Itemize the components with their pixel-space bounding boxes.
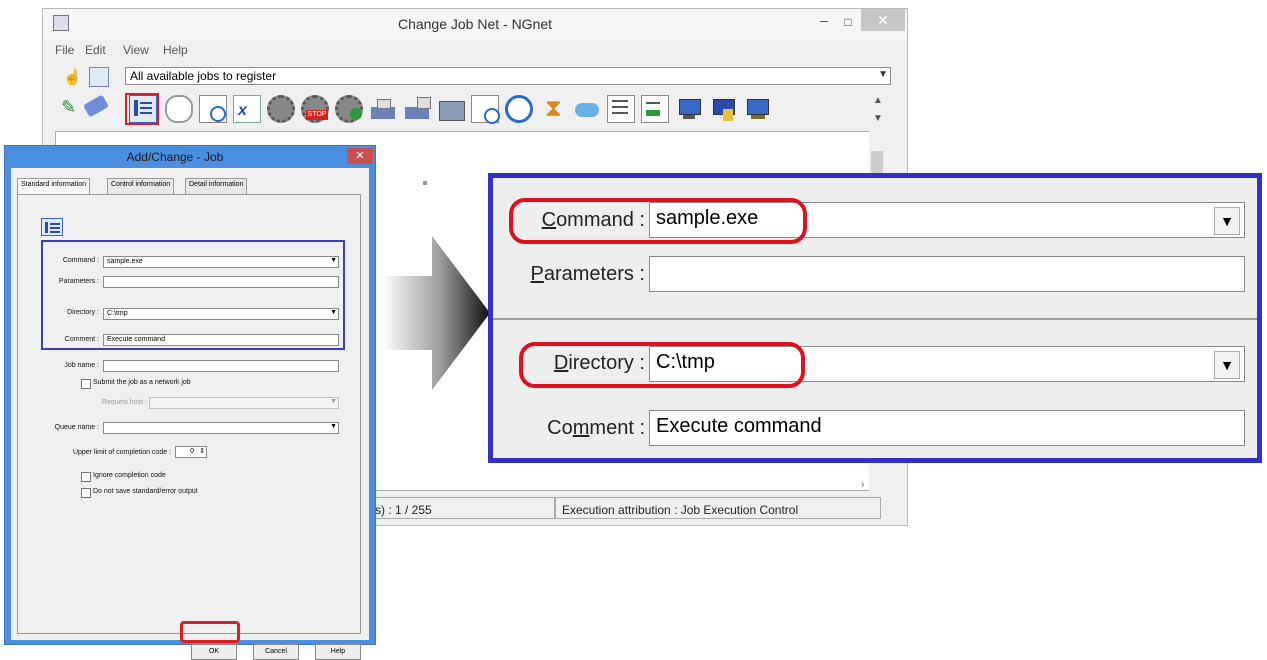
menu-file[interactable]: File: [55, 43, 74, 57]
zoom-comment-label: Comment :: [547, 417, 645, 439]
upper-limit-label: Upper limit of completion code :: [72, 449, 171, 456]
gear-check-icon[interactable]: [335, 95, 363, 123]
upper-limit-spinner[interactable]: 0 ⇕: [175, 446, 207, 458]
canvas-scroll-thumb[interactable]: [871, 151, 883, 173]
zoom-comment-field[interactable]: Execute command: [649, 410, 1245, 446]
cloud-icon[interactable]: [573, 95, 601, 123]
cancel-button[interactable]: Cancel: [253, 644, 299, 660]
add-change-job-dialog: Add/Change - Job ✕ Standard information …: [4, 145, 376, 660]
menu-bar: File Edit View Help: [43, 43, 907, 59]
submit-network-label: Submit the job as a network job: [93, 379, 191, 386]
chevron-down-icon: ▼: [330, 423, 337, 430]
dialog-close-button[interactable]: ✕: [347, 148, 373, 164]
spinner-arrows-icon[interactable]: ⇕: [199, 447, 205, 455]
network-transfer-icon[interactable]: [403, 95, 431, 123]
eraser-tool-icon[interactable]: [82, 94, 110, 118]
toolbar-scroll-up-icon[interactable]: ▲: [873, 95, 883, 106]
canvas-node-marker: [423, 181, 427, 185]
message-icon[interactable]: [165, 95, 193, 123]
ignore-code-label: Ignore completion code: [93, 472, 166, 479]
help-button[interactable]: Help: [315, 644, 361, 660]
directory-highlight-oval: [519, 342, 805, 388]
job-name-field[interactable]: [103, 360, 339, 372]
dialog-client: Standard information Control information…: [11, 168, 369, 660]
title-bar: Change Job Net - NGnet – □ ✕: [43, 9, 907, 39]
chevron-down-icon: ▼: [878, 69, 888, 80]
no-save-output-checkbox[interactable]: [81, 488, 91, 498]
list-icon[interactable]: [607, 95, 635, 123]
close-button[interactable]: ✕: [861, 9, 905, 31]
maximize-button[interactable]: □: [837, 13, 859, 31]
stop-gear-icon[interactable]: STOP: [301, 95, 329, 123]
dialog-title: Add/Change - Job: [126, 150, 224, 164]
menu-help[interactable]: Help: [163, 43, 188, 57]
command-highlight-oval: [509, 198, 807, 244]
submit-network-checkbox[interactable]: [81, 379, 91, 389]
queue-name-label: Queue name :: [54, 424, 99, 431]
select-tool-icon[interactable]: [89, 67, 109, 87]
no-save-output-label: Do not save standard/error output: [93, 488, 198, 495]
computer-connect-icon[interactable]: [743, 95, 771, 123]
upper-limit-value: 0: [190, 448, 194, 455]
window-title: Change Job Net - NGnet: [397, 16, 553, 32]
job-name-label: Job name :: [64, 362, 99, 369]
job-toolbar: x STOP ⧗: [125, 93, 847, 127]
file-check-icon[interactable]: [471, 95, 500, 124]
scroll-right-icon[interactable]: ›: [861, 479, 864, 490]
computer-icon[interactable]: [675, 95, 703, 123]
document-search-icon[interactable]: [199, 95, 227, 123]
chevron-down-icon[interactable]: ▼: [1214, 207, 1240, 235]
pencil-tool-icon[interactable]: ✎: [61, 97, 81, 117]
pointer-tool-icon[interactable]: ☝: [63, 69, 82, 87]
server-icon[interactable]: [709, 95, 737, 123]
minimize-button[interactable]: –: [813, 13, 835, 31]
zoom-parameters-field[interactable]: [649, 256, 1245, 292]
menu-edit[interactable]: Edit: [85, 43, 106, 57]
alarm-clock-icon[interactable]: [505, 95, 533, 123]
hourglass-icon[interactable]: ⧗: [539, 95, 567, 123]
job-icon-highlight: [125, 93, 159, 125]
request-host-field: ▼: [149, 397, 339, 409]
chevron-down-icon: ▼: [330, 398, 337, 405]
job-category-select[interactable]: All available jobs to register ▼: [125, 67, 891, 85]
zoom-source-highlight: [41, 240, 345, 350]
queue-name-field[interactable]: ▼: [103, 422, 339, 434]
job-category-value: All available jobs to register: [130, 69, 277, 83]
right-arrow-icon: [382, 236, 490, 390]
list-arrow-icon[interactable]: [641, 95, 669, 123]
network-printer-icon[interactable]: [369, 95, 397, 123]
spreadsheet-icon[interactable]: x: [233, 95, 261, 123]
ok-button[interactable]: OK: [191, 644, 237, 660]
zoom-panel: Command : sample.exe ▼ Parameters : Dire…: [488, 173, 1262, 463]
ignore-code-checkbox[interactable]: [81, 472, 91, 482]
zoom-separator: [493, 318, 1257, 320]
zoom-parameters-label: Parameters :: [530, 263, 646, 285]
request-host-label: Request host :: [101, 399, 147, 406]
folder-tray-icon[interactable]: [437, 95, 465, 123]
toolbar-scroll-down-icon[interactable]: ▼: [873, 113, 883, 124]
chevron-down-icon[interactable]: ▼: [1214, 351, 1240, 379]
status-job-count: (s) : 1 / 255: [371, 503, 432, 517]
status-attribution: Execution attribution : Job Execution Co…: [555, 497, 881, 519]
ok-button-highlight: [180, 621, 240, 643]
job-icon: [41, 218, 63, 236]
gear-icon[interactable]: [267, 95, 295, 123]
menu-view[interactable]: View: [123, 43, 149, 57]
